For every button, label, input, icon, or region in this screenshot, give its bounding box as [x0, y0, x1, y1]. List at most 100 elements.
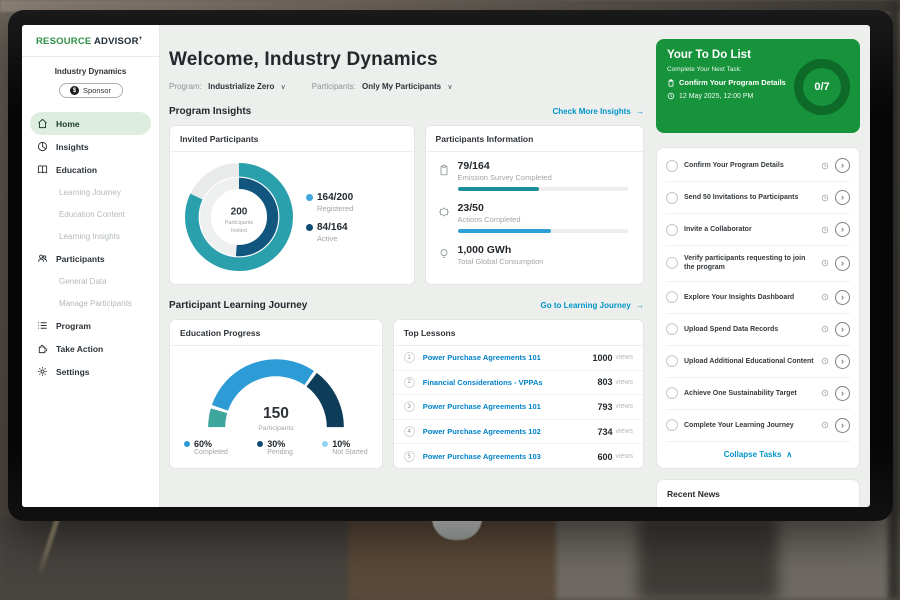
program-insights-header: Program Insights Check More Insights → [169, 106, 644, 117]
program-filter-label: Program: [169, 82, 202, 91]
home-icon [37, 118, 48, 129]
donut-center-label2: Invited [231, 228, 247, 234]
legend-dot [306, 224, 313, 231]
legend-dot [306, 194, 313, 201]
lesson-link[interactable]: Power Purchase Agreements 101 [423, 353, 593, 362]
sidebar-item-settings[interactable]: Settings [22, 360, 159, 383]
todo-summary-card: Your To Do List Complete Your Next Task:… [656, 39, 860, 133]
education-gauge-body: 150 Participants 60% Completed 30 [170, 346, 382, 456]
stat-label: Total Global Consumption [458, 257, 544, 266]
lesson-link[interactable]: Financial Considerations - VPPAs [423, 378, 598, 387]
sidebar-item-label: Take Action [56, 344, 103, 354]
task-open-button[interactable]: › [835, 158, 850, 173]
task-checkbox[interactable] [666, 160, 678, 172]
lesson-views: 600 [597, 452, 612, 462]
collapse-tasks-link[interactable]: Collapse Tasks ∧ [666, 442, 850, 466]
task-checkbox[interactable] [666, 323, 678, 335]
lesson-views: 1000 [592, 353, 612, 363]
sidebar-item-learning-insights[interactable]: Learning Insights [22, 225, 159, 247]
check-more-insights-link[interactable]: Check More Insights → [553, 107, 644, 116]
education-progress-card: Education Progress 150 Participants [169, 319, 383, 469]
task-checkbox[interactable] [666, 355, 678, 367]
clock-icon [821, 389, 829, 397]
sidebar-item-label: Learning Journey [59, 188, 121, 197]
task-open-button[interactable]: › [835, 418, 850, 433]
sidebar-item-program[interactable]: Program [22, 314, 159, 337]
task-open-button[interactable]: › [835, 190, 850, 205]
sidebar-item-insights[interactable]: Insights [22, 135, 159, 158]
todo-progress-ring: 0/7 [794, 59, 850, 115]
stat-value: 23/50 [458, 202, 628, 214]
task-row-achieve-target: Achieve One Sustainability Target › [666, 378, 850, 410]
task-row-confirm-program: Confirm Your Program Details › [666, 150, 850, 182]
donut-legend: 164/200 Registered 84/164 Active [306, 183, 353, 252]
insights-cards-row: Invited Participants 200 Participants In… [169, 125, 644, 285]
lesson-views: 793 [597, 402, 612, 412]
task-checkbox[interactable] [666, 291, 678, 303]
participants-filter[interactable]: Participants: Only My Participants ∨ [312, 82, 453, 91]
sidebar-item-participants[interactable]: Participants [22, 247, 159, 270]
sidebar-item-general-data[interactable]: General Data [22, 270, 159, 292]
sidebar-item-education[interactable]: Education [22, 158, 159, 181]
lesson-rank: 5 [404, 451, 415, 462]
gauge-center-value: 150 [263, 405, 289, 422]
actions-icon [438, 206, 450, 218]
lesson-link[interactable]: Power Purchase Agreements 102 [423, 427, 598, 436]
participants-info-body: 79/164 Emission Survey Completed 23/50 A… [426, 152, 643, 285]
sidebar-item-label: Program [56, 321, 91, 331]
task-checkbox[interactable] [666, 224, 678, 236]
task-open-button[interactable]: › [835, 386, 850, 401]
program-filter[interactable]: Program: Industrialize Zero ∨ [169, 82, 286, 91]
task-open-button[interactable]: › [835, 256, 850, 271]
task-open-button[interactable]: › [835, 354, 850, 369]
task-row-invite-collaborator: Invite a Collaborator › [666, 214, 850, 246]
legend-label: Active [317, 234, 353, 243]
go-to-learning-journey-link[interactable]: Go to Learning Journey → [541, 301, 644, 310]
sidebar-item-home[interactable]: Home [30, 112, 151, 135]
task-checkbox[interactable] [666, 257, 678, 269]
card-title: Education Progress [170, 320, 382, 346]
lesson-views-unit: views [615, 428, 633, 435]
sidebar-item-label: Insights [56, 142, 89, 152]
task-row-upload-educational-content: Upload Additional Educational Content › [666, 346, 850, 378]
dashboard-screen: RESOURCE ADVISOR+ Industry Dynamics $ Sp… [22, 25, 870, 507]
clock-icon [821, 421, 829, 429]
sidebar-item-manage-participants[interactable]: Manage Participants [22, 292, 159, 314]
sidebar-item-take-action[interactable]: Take Action [22, 337, 159, 360]
sidebar-item-learning-journey[interactable]: Learning Journey [22, 181, 159, 203]
task-checkbox[interactable] [666, 192, 678, 204]
todo-due-label: 12 May 2025, 12:00 PM [679, 93, 753, 100]
participants-filter-value: Only My Participants [362, 82, 441, 91]
legend-label: Completed [194, 449, 228, 456]
arrow-right-icon: → [636, 301, 644, 310]
sponsor-badge-icon: $ [70, 86, 79, 95]
task-row-send-invitations: Send 50 Invitations to Participants › [666, 182, 850, 214]
collapse-label: Collapse Tasks [724, 450, 782, 459]
card-title: Top Lessons [394, 320, 643, 346]
recent-news-card: Recent News [656, 479, 860, 507]
task-label: Verify participants requesting to join t… [684, 254, 815, 273]
insights-icon [37, 141, 48, 152]
clock-icon [821, 357, 829, 365]
emission-progress-bar [458, 187, 628, 191]
task-open-button[interactable]: › [835, 290, 850, 305]
clock-icon [667, 92, 675, 100]
sponsor-badge[interactable]: $ Sponsor [59, 83, 123, 98]
task-open-button[interactable]: › [835, 222, 850, 237]
lesson-link[interactable]: Power Purchase Agreements 101 [423, 402, 598, 411]
sponsor-badge-label: Sponsor [83, 86, 111, 95]
todo-progress-value: 0/7 [814, 81, 829, 93]
task-label: Invite a Collaborator [684, 225, 815, 234]
task-checkbox[interactable] [666, 387, 678, 399]
clock-icon [821, 293, 829, 301]
lesson-views-unit: views [615, 379, 633, 386]
section-title: Participant Learning Journey [169, 300, 307, 311]
stat-emission-survey: 79/164 Emission Survey Completed [438, 160, 631, 191]
sidebar-item-education-content[interactable]: Education Content [22, 203, 159, 225]
lesson-views: 803 [597, 377, 612, 387]
legend-value: 30% [267, 439, 285, 449]
task-open-button[interactable]: › [835, 322, 850, 337]
lesson-link[interactable]: Power Purchase Agreements 103 [423, 452, 598, 461]
stat-label: Emission Survey Completed [458, 173, 628, 182]
task-checkbox[interactable] [666, 419, 678, 431]
